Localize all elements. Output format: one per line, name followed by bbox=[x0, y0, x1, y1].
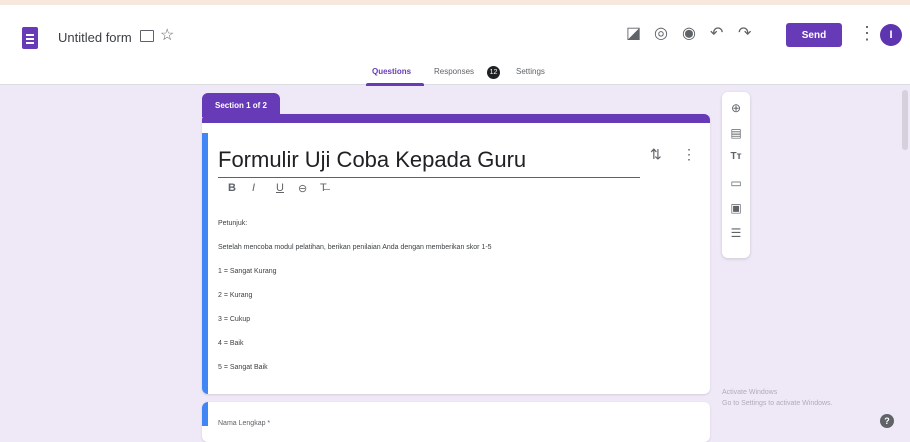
description-line: 3 = Cukup bbox=[218, 316, 251, 323]
activation-watermark-text: Go to Settings to activate Windows. bbox=[722, 400, 833, 407]
description-line: 4 = Baik bbox=[218, 340, 244, 347]
doc-title[interactable]: Untitled form bbox=[58, 30, 132, 45]
tab-questions[interactable]: Questions bbox=[372, 67, 411, 76]
question-card-accent bbox=[202, 402, 208, 426]
tab-responses[interactable]: Responses bbox=[434, 67, 474, 76]
palette-icon[interactable]: ◪ bbox=[626, 24, 641, 44]
addon-icon[interactable]: ◎ bbox=[654, 24, 668, 44]
sort-icon[interactable]: ⇅ bbox=[650, 146, 662, 163]
description-line: 5 = Sangat Baik bbox=[218, 364, 268, 371]
add-question-icon[interactable]: ⊕ bbox=[722, 101, 750, 115]
tab-active-indicator bbox=[366, 83, 424, 86]
forms-app-icon[interactable] bbox=[22, 27, 38, 49]
responses-count-badge: 12 bbox=[487, 66, 500, 79]
activation-watermark-title: Activate Windows bbox=[722, 389, 778, 396]
card-more-icon[interactable]: ⋮ bbox=[682, 146, 696, 163]
folder-icon[interactable] bbox=[140, 30, 154, 42]
clear-format-button[interactable]: T̶ bbox=[320, 182, 327, 194]
form-title-input[interactable]: Formulir Uji Coba Kepada Guru bbox=[218, 147, 526, 173]
title-underline bbox=[218, 177, 640, 178]
more-options-icon[interactable]: ⋮ bbox=[858, 23, 876, 44]
import-questions-icon[interactable]: ▤ bbox=[722, 126, 750, 140]
description-line: Setelah mencoba modul pelatihan, berikan… bbox=[218, 244, 492, 251]
tab-settings[interactable]: Settings bbox=[516, 67, 545, 76]
star-icon[interactable]: ☆ bbox=[160, 25, 174, 45]
add-video-icon[interactable]: ▣ bbox=[722, 201, 750, 215]
selected-card-accent bbox=[202, 133, 208, 394]
app-header: Untitled form ☆ ◪ ◎ ◉ ↶ ↷ Send ⋮ I Quest… bbox=[0, 5, 910, 88]
send-button[interactable]: Send bbox=[786, 23, 842, 47]
description-line: 2 = Kurang bbox=[218, 292, 253, 299]
undo-icon[interactable]: ↶ bbox=[710, 24, 723, 44]
italic-button[interactable]: I bbox=[252, 182, 255, 194]
avatar[interactable]: I bbox=[880, 24, 902, 46]
preview-eye-icon[interactable]: ◉ bbox=[682, 24, 696, 44]
add-section-icon[interactable]: ☰ bbox=[722, 226, 750, 240]
scrollbar[interactable] bbox=[902, 90, 908, 150]
description-line: 1 = Sangat Kurang bbox=[218, 268, 277, 275]
form-tabs: Questions Responses 12 Settings bbox=[0, 62, 910, 88]
add-title-icon[interactable]: Tт bbox=[722, 151, 750, 162]
add-image-icon[interactable]: ▭ bbox=[722, 176, 750, 190]
bold-button[interactable]: B bbox=[228, 182, 236, 194]
floating-toolbar: ⊕ ▤ Tт ▭ ▣ ☰ bbox=[722, 92, 750, 258]
underline-button[interactable]: U bbox=[276, 182, 284, 194]
question-card[interactable]: Nama Lengkap * bbox=[202, 402, 710, 442]
description-line: Petunjuk: bbox=[218, 220, 248, 227]
form-header-card[interactable]: Formulir Uji Coba Kepada Guru ⇅ ⋮ B I U … bbox=[202, 114, 710, 394]
link-button[interactable]: ⊖ bbox=[298, 182, 307, 195]
redo-icon[interactable]: ↷ bbox=[738, 24, 751, 44]
